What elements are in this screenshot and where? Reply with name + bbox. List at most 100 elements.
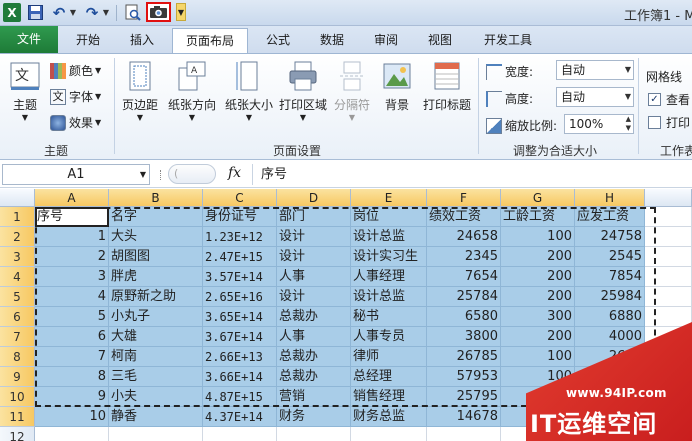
print-titles-button[interactable]: 打印标题 [418, 60, 476, 113]
tab-view[interactable]: 视图 [416, 28, 464, 53]
table-cell[interactable]: 设计 [277, 287, 351, 307]
table-cell[interactable]: 200 [501, 287, 575, 307]
table-cell[interactable]: 14678 [427, 407, 501, 427]
table-cell[interactable]: 总裁办 [277, 347, 351, 367]
insert-function-icon[interactable]: fx [228, 165, 241, 181]
row-header[interactable]: 5 [0, 287, 35, 307]
table-cell[interactable]: 总裁办 [277, 307, 351, 327]
table-cell[interactable] [645, 247, 692, 267]
row-header[interactable]: 9 [0, 367, 35, 387]
table-cell[interactable] [645, 307, 692, 327]
table-cell[interactable]: 9 [35, 387, 109, 407]
gridlines-print-checkbox[interactable]: 打印 [648, 114, 690, 131]
table-cell[interactable]: 2 [35, 247, 109, 267]
width-dropdown[interactable]: 自动 ▼ [556, 60, 634, 80]
breaks-button[interactable]: 分隔符 ▼ [330, 60, 374, 122]
column-header[interactable]: C [203, 189, 277, 207]
theme-effects-button[interactable]: 效果 ▼ [50, 114, 101, 131]
table-cell[interactable]: 财务 [277, 407, 351, 427]
column-header[interactable]: G [501, 189, 575, 207]
table-cell[interactable]: 300 [501, 307, 575, 327]
table-cell[interactable] [35, 427, 109, 441]
column-header[interactable]: H [575, 189, 645, 207]
table-cell[interactable]: 设计总监 [351, 227, 427, 247]
select-all-corner[interactable] [0, 189, 35, 207]
table-cell[interactable]: 7654 [427, 267, 501, 287]
column-header[interactable]: B [109, 189, 203, 207]
column-header[interactable]: D [277, 189, 351, 207]
table-cell[interactable]: 4.87E+15 [203, 387, 277, 407]
row-header[interactable]: 2 [0, 227, 35, 247]
tab-home[interactable]: 开始 [64, 28, 112, 53]
margins-button[interactable]: 页边距 ▼ [118, 60, 162, 122]
name-box[interactable]: A1 ▼ [2, 164, 150, 185]
table-cell[interactable]: 人事专员 [351, 327, 427, 347]
table-cell[interactable]: 6580 [427, 307, 501, 327]
tab-developer[interactable]: 开发工具 [470, 28, 546, 53]
orientation-button[interactable]: A 纸张方向 ▼ [164, 60, 220, 122]
header-cell[interactable]: 名字 [109, 207, 203, 227]
table-cell[interactable]: 律师 [351, 347, 427, 367]
table-cell[interactable] [427, 427, 501, 441]
table-cell[interactable]: 3.67E+14 [203, 327, 277, 347]
table-cell[interactable]: 2.66E+13 [203, 347, 277, 367]
row-header[interactable]: 7 [0, 327, 35, 347]
table-cell[interactable]: 2.47E+15 [203, 247, 277, 267]
header-cell[interactable]: 绩效工资 [427, 207, 501, 227]
table-cell[interactable]: 7854 [575, 267, 645, 287]
table-cell[interactable]: 25795 [427, 387, 501, 407]
background-button[interactable]: 背景 [378, 60, 416, 113]
table-cell[interactable]: 小夫 [109, 387, 203, 407]
table-cell[interactable]: 3800 [427, 327, 501, 347]
table-cell[interactable]: 4000 [575, 327, 645, 347]
tab-formulas[interactable]: 公式 [254, 28, 302, 53]
table-cell[interactable]: 2345 [427, 247, 501, 267]
table-cell[interactable]: 设计 [277, 247, 351, 267]
table-cell[interactable]: 胖虎 [109, 267, 203, 287]
row-header[interactable]: 6 [0, 307, 35, 327]
formula-bar-splitter[interactable] [160, 170, 162, 180]
table-cell[interactable]: 秘书 [351, 307, 427, 327]
table-cell[interactable]: 总经理 [351, 367, 427, 387]
tab-data[interactable]: 数据 [308, 28, 356, 53]
theme-colors-button[interactable]: 颜色 ▼ [50, 62, 101, 79]
table-cell[interactable]: 5 [35, 307, 109, 327]
table-cell[interactable]: 人事经理 [351, 267, 427, 287]
gridlines-view-checkbox[interactable]: ✓ 查看 [648, 91, 690, 108]
table-cell[interactable]: 财务总监 [351, 407, 427, 427]
table-cell[interactable]: 200 [501, 267, 575, 287]
table-cell[interactable]: 静香 [109, 407, 203, 427]
print-area-button[interactable]: 打印区域 ▼ [276, 60, 330, 122]
header-cell[interactable]: 部门 [277, 207, 351, 227]
formula-input[interactable]: 序号 [252, 164, 690, 185]
tab-review[interactable]: 审阅 [362, 28, 410, 53]
table-cell[interactable]: 57953 [427, 367, 501, 387]
table-cell[interactable] [645, 227, 692, 247]
table-cell[interactable]: 设计 [277, 227, 351, 247]
row-header[interactable]: 10 [0, 387, 35, 407]
table-cell[interactable]: 2545 [575, 247, 645, 267]
table-cell[interactable]: 销售经理 [351, 387, 427, 407]
themes-button[interactable]: 文 主题 ▼ [6, 60, 44, 122]
table-cell[interactable]: 3.65E+14 [203, 307, 277, 327]
table-cell[interactable]: 设计总监 [351, 287, 427, 307]
column-header[interactable]: F [427, 189, 501, 207]
table-cell[interactable] [351, 427, 427, 441]
table-cell[interactable]: 大雄 [109, 327, 203, 347]
theme-fonts-button[interactable]: 文 字体 ▼ [50, 88, 101, 105]
height-dropdown[interactable]: 自动 ▼ [556, 87, 634, 107]
row-header[interactable]: 3 [0, 247, 35, 267]
row-header[interactable]: 8 [0, 347, 35, 367]
table-cell[interactable] [109, 427, 203, 441]
table-cell[interactable]: 小丸子 [109, 307, 203, 327]
table-cell[interactable] [645, 287, 692, 307]
page-size-button[interactable]: 纸张大小 ▼ [222, 60, 276, 122]
column-header[interactable] [645, 189, 692, 207]
undo-icon[interactable]: ↶ [52, 3, 66, 22]
table-cell[interactable]: 1 [35, 227, 109, 247]
table-cell[interactable]: 200 [501, 327, 575, 347]
table-cell[interactable]: 25984 [575, 287, 645, 307]
table-cell[interactable]: 营销 [277, 387, 351, 407]
header-cell[interactable]: 岗位 [351, 207, 427, 227]
column-header[interactable]: E [351, 189, 427, 207]
